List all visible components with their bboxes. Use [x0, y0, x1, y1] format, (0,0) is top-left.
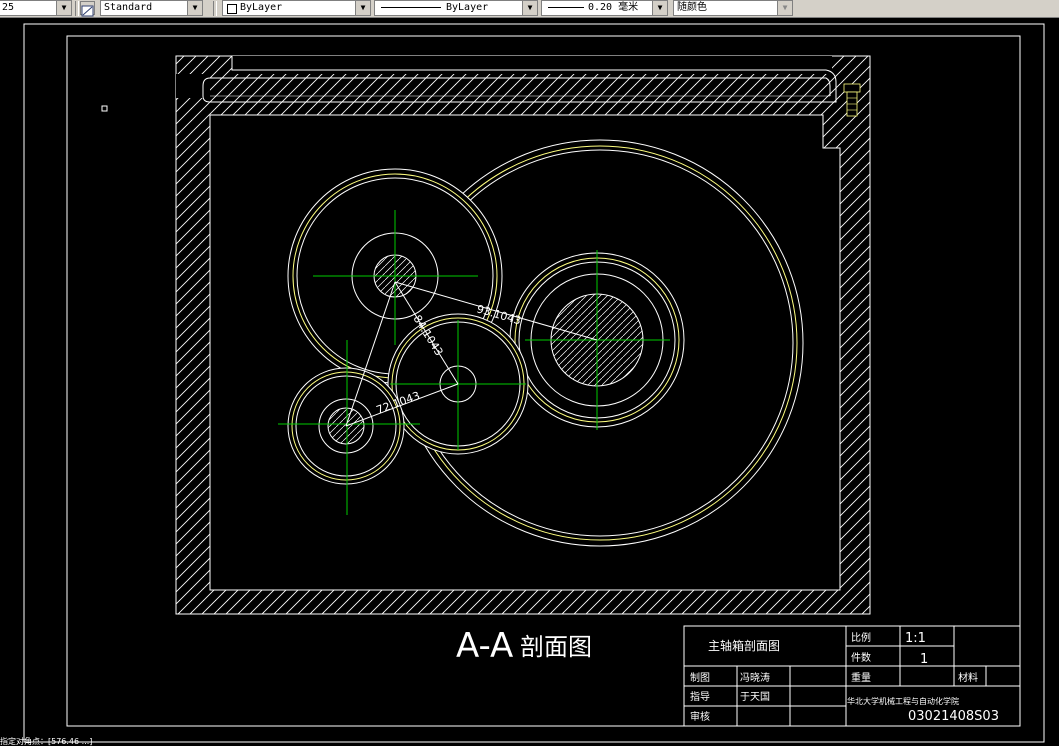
section-title: A-A	[456, 626, 513, 666]
lineweight-select[interactable]: 0.20 毫米 ▼	[541, 0, 668, 16]
chevron-down-icon[interactable]: ▼	[187, 1, 202, 15]
toolbar-separator	[213, 1, 217, 16]
linetype-value: ByLayer	[446, 2, 489, 13]
chevron-down-icon[interactable]: ▼	[777, 1, 792, 15]
properties-toolbar: 25 ▼ Standard ▼ ByLayer ▼ ByLayer ▼ 0.20…	[0, 0, 1059, 18]
text-height-value: 25	[2, 2, 15, 13]
part-name: 主轴箱剖面图	[708, 638, 780, 653]
drawn-label: 制图	[690, 671, 710, 684]
color-value: ByLayer	[240, 2, 283, 13]
text-height-select[interactable]: 25 ▼	[0, 0, 72, 16]
color-select[interactable]: ByLayer ▼	[222, 0, 371, 16]
school-name: 华北大学机械工程与自动化学院	[847, 696, 959, 706]
plotstyle-value: 随颜色	[677, 2, 707, 13]
supervisor-label: 指导	[690, 690, 710, 703]
section-subtitle: 剖面图	[520, 633, 592, 661]
dimstyle-icon[interactable]	[80, 1, 95, 17]
drawing-number: 03021408S03	[908, 709, 999, 724]
drawing-canvas[interactable]: 93.1043 84.1043 72.1043 A-A 剖面图 主轴箱剖面图 比…	[0, 18, 1059, 746]
toolbar-separator	[75, 1, 79, 16]
quantity-label: 件数	[851, 651, 871, 664]
review-label: 审核	[690, 710, 710, 723]
quantity-value: 1	[920, 652, 928, 667]
scale-label: 比例	[851, 631, 871, 644]
lineweight-value: 0.20 毫米	[588, 2, 639, 13]
material-label: 材料	[958, 671, 978, 684]
dimension-style-select[interactable]: Standard ▼	[100, 0, 203, 16]
supervisor-name: 于天国	[740, 691, 770, 703]
plotstyle-select[interactable]: 随颜色 ▼	[673, 0, 793, 16]
chevron-down-icon[interactable]: ▼	[522, 1, 537, 15]
linetype-select[interactable]: ByLayer ▼	[374, 0, 538, 16]
ucs-marker-icon	[101, 105, 108, 112]
chevron-down-icon[interactable]: ▼	[355, 1, 370, 15]
lineweight-preview	[548, 7, 584, 8]
dimension-style-value: Standard	[104, 2, 153, 13]
chevron-down-icon[interactable]: ▼	[56, 1, 71, 15]
chevron-down-icon[interactable]: ▼	[652, 1, 667, 15]
linetype-preview	[381, 7, 441, 8]
command-line[interactable]: 指定对角点：[576.46 ...]	[0, 737, 200, 746]
color-swatch-icon	[227, 4, 237, 14]
weight-label: 重量	[851, 671, 871, 684]
drawn-name: 冯晓涛	[740, 671, 770, 684]
scale-value: 1:1	[905, 631, 926, 646]
